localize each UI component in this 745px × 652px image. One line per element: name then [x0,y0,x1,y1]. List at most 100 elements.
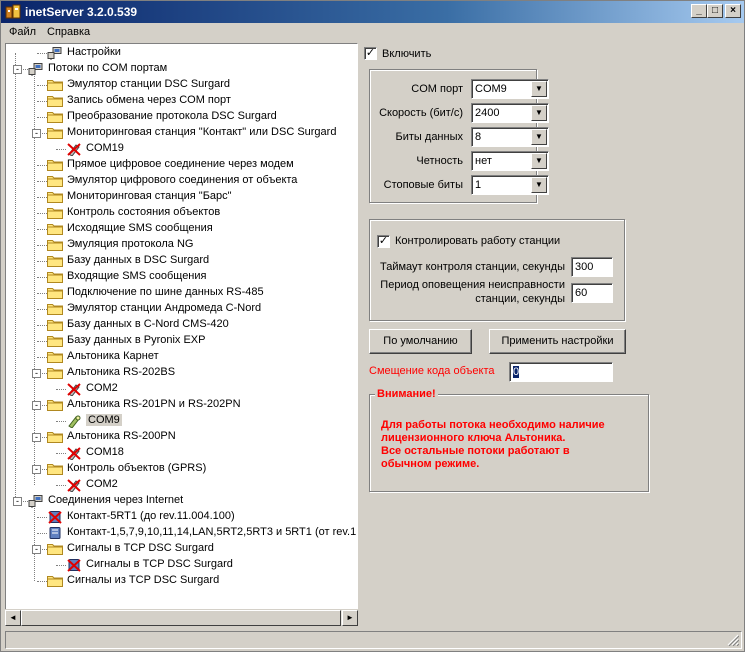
tree-item-label: COM2 [86,382,118,394]
tree-item[interactable]: - Альтоника RS-200PN [6,429,357,445]
stop-bits-select[interactable]: 1 ▼ [471,175,549,195]
tree-item-label: Эмулятор станции Андромеда C-Nord [67,302,262,314]
tree-collapse-toggle[interactable]: - [13,497,22,506]
tree-item[interactable]: - Альтоника RS-201PN и RS-202PN [6,397,357,413]
tree-item[interactable]: COM18 [6,445,357,461]
tree-item-label: Контроль объектов (GPRS) [67,462,207,474]
tree-item[interactable]: Альтоника Карнет [6,349,357,365]
scroll-right-button[interactable]: ► [342,610,358,626]
tree-item[interactable]: Базу данных в Pyronix EXP [6,333,357,349]
com-port-select[interactable]: COM9 ▼ [471,79,549,99]
tree-item[interactable]: Базу данных в DSC Surgard [6,253,357,269]
tree-guide-line [37,533,47,534]
tree-item-label: Базу данных в C-Nord CMS-420 [67,318,229,330]
scroll-left-button[interactable]: ◄ [5,610,21,626]
tree-guide-line [37,229,47,230]
parity-select[interactable]: нет ▼ [471,151,549,171]
tree-item-label: Запись обмена через COM порт [67,94,231,106]
tree-item[interactable]: Настройки [6,45,357,61]
resize-grip-icon[interactable] [727,634,739,646]
tree-item-label: Подключение по шине данных RS-485 [67,286,264,298]
tree-item[interactable]: Контакт-5RT1 (до rev.11.004.100) [6,509,357,525]
warning-text: Для работы потока необходимо наличие лиц… [381,419,605,471]
enable-checkbox[interactable]: ✓ [364,47,377,60]
chevron-down-icon[interactable]: ▼ [531,81,547,97]
tree-item[interactable]: Эмулятор цифрового соединения от объекта [6,173,357,189]
tree-item[interactable]: Входящие SMS сообщения [6,269,357,285]
chevron-down-icon[interactable]: ▼ [531,153,547,169]
tree-item[interactable]: - Мониторинговая станция "Контакт" или DS… [6,125,357,141]
object-code-offset-input[interactable]: 0 [509,362,613,382]
maximize-button[interactable]: □ [707,4,723,18]
tree-item[interactable]: - Сигналы в TCP DSC Surgard [6,541,357,557]
tree-item[interactable]: Преобразование протокола DSC Surgard [6,109,357,125]
close-button[interactable]: × [725,4,741,18]
tree-item-label: Контакт-1,5,7,9,10,11,14,LAN,5RT2,5RT3 и… [67,526,357,538]
tree-item[interactable]: Контакт-1,5,7,9,10,11,14,LAN,5RT2,5RT3 и… [6,525,357,541]
tree-guide-line [37,53,47,54]
tree-item[interactable]: COM2 [6,477,357,493]
apply-settings-button[interactable]: Применить настройки [489,329,626,354]
chevron-down-icon[interactable]: ▼ [531,177,547,193]
minimize-button[interactable]: _ [691,4,707,18]
tree-guide-line [56,389,66,390]
tree-item[interactable]: Исходящие SMS сообщения [6,221,357,237]
tree-collapse-toggle[interactable]: - [32,401,41,410]
tree-item-label: Альтоника Карнет [67,350,159,362]
tree-guide-line [56,421,66,422]
tree-item-label: Эмулятор станции DSC Surgard [67,78,230,90]
menu-file[interactable]: Файл [9,26,36,38]
menu-help[interactable]: Справка [47,26,90,38]
stream-tree[interactable]: Настройки - Потоки по COM портам Эмулятор с… [5,43,358,625]
offset-value: 0 [513,366,520,378]
tree-item[interactable]: - Соединения через Internet [6,493,357,509]
tree-item-label: Мониторинговая станция "Контакт" или DSC… [67,126,337,138]
tree-item[interactable]: Сигналы из TCP DSC Surgard [6,573,357,589]
tree-collapse-toggle[interactable]: - [32,129,41,138]
speed-select[interactable]: 2400 ▼ [471,103,549,123]
tree-item-label: Прямое цифровое соединение через модем [67,158,294,170]
tree-item-label: Контакт-5RT1 (до rev.11.004.100) [67,510,235,522]
tree-item[interactable]: COM9 [6,413,357,429]
tree-guide-line [37,357,47,358]
tree-item[interactable]: - Потоки по COM портам [6,61,357,77]
tree-collapse-toggle[interactable]: - [32,369,41,378]
tree-collapse-toggle[interactable]: - [13,65,22,74]
tree-horizontal-scrollbar[interactable]: ◄ ► [5,609,358,626]
tree-item[interactable]: Эмулятор станции Андромеда C-Nord [6,301,357,317]
chevron-down-icon[interactable]: ▼ [531,129,547,145]
period-label-line2: станции, секунды [475,293,565,305]
tree-item[interactable]: Эмуляция протокола NG [6,237,357,253]
tree-item-label: Базу данных в DSC Surgard [67,254,210,266]
control-station-checkbox[interactable]: ✓ [377,235,390,248]
title-bar[interactable]: inetServer 3.2.0.539 _ □ × [1,1,744,23]
timeout-input[interactable]: 300 [571,257,613,277]
chevron-down-icon[interactable]: ▼ [531,105,547,121]
scroll-thumb[interactable] [21,610,341,626]
tree-item[interactable]: Запись обмена через COM порт [6,93,357,109]
tree-item[interactable]: COM19 [6,141,357,157]
tree-item-label: Сигналы в TCP DSC Surgard [67,542,214,554]
tree-guide-line [37,325,47,326]
tree-collapse-toggle[interactable]: - [32,545,41,554]
tree-item[interactable]: Контроль состояния объектов [6,205,357,221]
tree-item[interactable]: Сигналы в TCP DSC Surgard [6,557,357,573]
tree-item[interactable]: Прямое цифровое соединение через модем [6,157,357,173]
tree-guide-line [37,277,47,278]
tree-item[interactable]: Подключение по шине данных RS-485 [6,285,357,301]
tree-item[interactable]: - Контроль объектов (GPRS) [6,461,357,477]
tree-item[interactable]: Эмулятор станции DSC Surgard [6,77,357,93]
tree-collapse-toggle[interactable]: - [32,465,41,474]
tree-item[interactable]: COM2 [6,381,357,397]
tree-collapse-toggle[interactable]: - [32,433,41,442]
tree-item-label: Эмулятор цифрового соединения от объекта [67,174,298,186]
tree-item[interactable]: Мониторинговая станция "Барс" [6,189,357,205]
warning-line: лицензионного ключа Альтоника. [381,432,566,444]
default-button[interactable]: По умолчанию [369,329,472,354]
data-bits-select[interactable]: 8 ▼ [471,127,549,147]
tree-item[interactable]: Базу данных в C-Nord CMS-420 [6,317,357,333]
period-input[interactable]: 60 [571,283,613,303]
stop-bits-label: Стоповые биты [383,179,463,191]
tree-item[interactable]: - Альтоника RS-202BS [6,365,357,381]
tree-guide-line [37,181,47,182]
